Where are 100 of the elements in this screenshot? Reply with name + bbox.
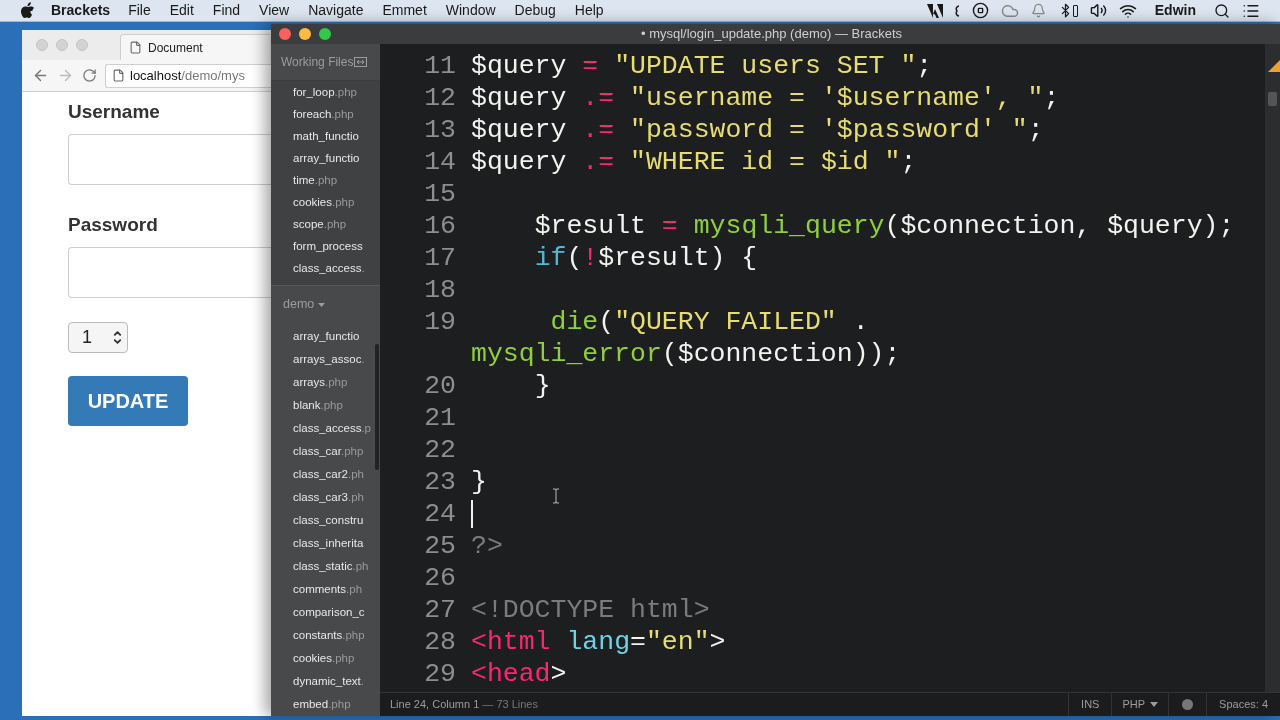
- cursor-position: Line 24, Column 1 — 73 Lines: [390, 697, 538, 713]
- adobe-icon[interactable]: [926, 3, 943, 18]
- split-icon[interactable]: [354, 57, 368, 67]
- minimize-button[interactable]: [299, 28, 311, 40]
- sidebar-entry[interactable]: cookies.php: [293, 650, 355, 668]
- sidebar-entry[interactable]: embed.php: [293, 696, 351, 714]
- caret-icon[interactable]: [318, 302, 326, 307]
- code-line: $result = mysqli_query($connection, $query);: [533, 210, 1235, 242]
- sidebar-entry[interactable]: math_functio: [293, 128, 359, 146]
- volume-icon[interactable]: [1089, 2, 1107, 19]
- menu-item[interactable]: Edit: [169, 0, 194, 21]
- status-icon[interactable]: [954, 4, 960, 17]
- caret-icon[interactable]: [1150, 702, 1159, 707]
- user-name[interactable]: Edwin: [1154, 0, 1196, 21]
- sidebar-entry[interactable]: class_constru: [293, 512, 364, 530]
- bell-icon[interactable]: [1030, 3, 1046, 18]
- code-line: }: [533, 370, 551, 402]
- line-number: 24: [423, 498, 456, 530]
- menu-item[interactable]: Emmet: [382, 0, 427, 21]
- menu-item[interactable]: Debug: [514, 0, 556, 21]
- sidebar-entry[interactable]: dynamic_text.: [293, 673, 364, 691]
- sidebar-entry[interactable]: comments.ph: [293, 581, 363, 599]
- stepper-icon: [112, 328, 123, 347]
- sidebar-entry[interactable]: class_car2.ph: [293, 466, 364, 484]
- linter-icon[interactable]: [1182, 699, 1194, 710]
- line-number: 17: [423, 242, 456, 274]
- sidebar-header: Working Files: [281, 54, 354, 71]
- line-number: 23: [423, 466, 456, 498]
- menu-item[interactable]: Find: [212, 0, 241, 21]
- window-title: • mysql/login_update.php (demo) — Brackets: [641, 25, 903, 44]
- update-button[interactable]: UPDATE: [68, 376, 188, 426]
- sidebar-entry[interactable]: class_access.p: [293, 420, 371, 438]
- line-number: 11: [423, 50, 456, 82]
- sidebar-entry[interactable]: class_car.php: [293, 443, 364, 461]
- sidebar-entry[interactable]: array_functio: [293, 328, 360, 346]
- code-line: <!DOCTYPE html>: [471, 594, 710, 626]
- line-number: 21: [423, 402, 456, 434]
- code-line: }: [471, 466, 487, 498]
- language-dropdown[interactable]: PHP: [1122, 696, 1146, 713]
- back-icon[interactable]: [32, 67, 49, 84]
- code-line: ?>: [471, 530, 503, 562]
- insert-mode[interactable]: INS: [1068, 693, 1112, 716]
- sidebar-entry[interactable]: array_functio: [293, 150, 360, 168]
- code-line: $query .= "password = '$password' ";: [471, 114, 1044, 146]
- sidebar-entry[interactable]: for_loop.php: [293, 84, 357, 102]
- line-number: 16: [423, 210, 456, 242]
- code-line: <html lang="en">: [471, 626, 726, 658]
- scrollbar[interactable]: [375, 344, 379, 470]
- address-field[interactable]: localhost/demo/mys: [105, 63, 271, 88]
- line-number: 13: [423, 114, 456, 146]
- line-number: 18: [423, 274, 456, 306]
- sidebar-entry[interactable]: class_car3.ph: [293, 489, 364, 507]
- sidebar-entry[interactable]: constants.php: [293, 627, 365, 645]
- close-button[interactable]: [279, 28, 291, 40]
- apple-icon[interactable]: [20, 2, 35, 19]
- field-label: Username: [68, 100, 161, 124]
- sidebar-entry[interactable]: foreach.php: [293, 106, 354, 124]
- sidebar-entry[interactable]: time.php: [293, 172, 338, 190]
- sidebar-entry[interactable]: arrays.php: [293, 374, 348, 392]
- menu-item[interactable]: Window: [445, 0, 496, 21]
- sidebar-entry[interactable]: cookies.php: [293, 194, 355, 212]
- code-line: if(!$result) {: [533, 242, 758, 274]
- app-menu[interactable]: Brackets: [51, 0, 111, 21]
- scrollbar[interactable]: [1268, 92, 1277, 106]
- menu-item[interactable]: Navigate: [308, 0, 364, 21]
- line-number: 12: [423, 82, 456, 114]
- ibeam-cursor-icon: [552, 488, 560, 504]
- number-select[interactable]: 1: [68, 322, 128, 353]
- code-line: $query .= "username = '$username', ";: [471, 82, 1060, 114]
- record-icon[interactable]: [971, 2, 989, 19]
- sidebar-entry[interactable]: comparison_c: [293, 604, 365, 622]
- menu-item[interactable]: Help: [574, 0, 604, 21]
- menu-item[interactable]: View: [259, 0, 290, 21]
- line-number: 20: [423, 370, 456, 402]
- sidebar-entry[interactable]: form_process: [293, 238, 363, 256]
- code-line: <head>: [471, 658, 567, 690]
- line-number: 25: [423, 530, 456, 562]
- sidebar-entry[interactable]: class_static.ph: [293, 558, 369, 576]
- indent-setting[interactable]: Spaces: 4: [1206, 693, 1280, 716]
- search-icon[interactable]: [1214, 2, 1230, 19]
- code-line: $query = "UPDATE users SET ";: [471, 50, 933, 82]
- sidebar-entry[interactable]: arrays_assoc.: [293, 351, 365, 369]
- line-number: 14: [423, 146, 456, 178]
- line-number: 19: [423, 306, 456, 338]
- code-line: $query .= "WHERE id = $id ";: [471, 146, 917, 178]
- line-number: 27: [423, 594, 456, 626]
- line-number: 22: [423, 434, 456, 466]
- zoom-button[interactable]: [319, 28, 331, 40]
- page-icon: [112, 69, 125, 82]
- menu-item[interactable]: File: [128, 0, 151, 21]
- sidebar-entry[interactable]: class_inherita: [293, 535, 364, 553]
- browser-tab[interactable]: Document: [120, 34, 270, 60]
- line-number: 29: [423, 658, 456, 690]
- field-label: Password: [68, 213, 159, 237]
- code-line: die("QUERY FAILED" . mysqli_error($connection));: [471, 306, 902, 370]
- sidebar-entry[interactable]: blank.php: [293, 397, 343, 415]
- reload-icon[interactable]: [82, 68, 97, 83]
- line-number: 26: [423, 562, 456, 594]
- sidebar-entry[interactable]: class_access.: [293, 260, 365, 278]
- sidebar-entry[interactable]: scope.php: [293, 216, 347, 234]
